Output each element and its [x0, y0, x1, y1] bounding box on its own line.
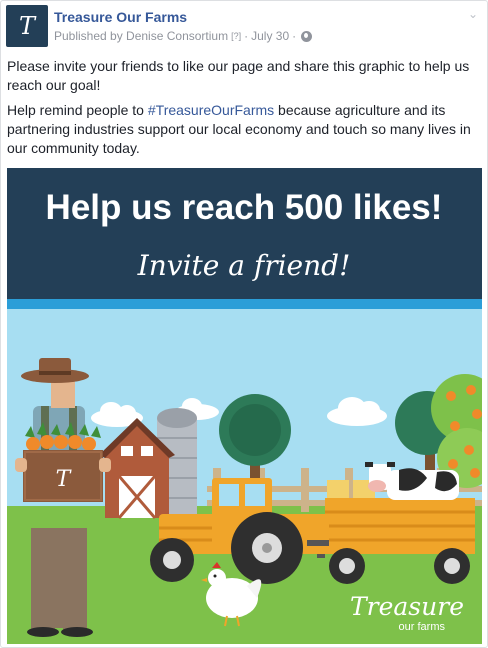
post-date-link[interactable]: July 30	[251, 29, 289, 43]
headline-text: Help us reach 500 likes!	[46, 188, 443, 227]
banner-stripe	[7, 299, 482, 309]
page-name-link[interactable]: Treasure Our Farms	[54, 9, 187, 25]
farm-illustration: Help us reach 500 likes! Invite a friend…	[7, 168, 482, 644]
logo-main-text: Treasure	[350, 592, 464, 621]
meta-separator-2: ·	[292, 29, 297, 43]
published-by-link[interactable]: Published by Denise Consortium	[54, 29, 228, 43]
help-mark[interactable]: [?]	[231, 31, 241, 41]
post-text-paragraph-1: Please invite your friends to like our p…	[7, 58, 470, 93]
avatar-logo-letter: T	[18, 12, 35, 40]
facebook-post: T Treasure Our Farms Published by Denise…	[0, 0, 488, 648]
globe-icon	[301, 30, 313, 42]
post-text-paragraph-2: Help remind people to #TreasureOurFarms …	[7, 101, 481, 158]
post-graphic[interactable]: Help us reach 500 likes! Invite a friend…	[7, 168, 482, 644]
meta-separator: ·	[244, 29, 249, 43]
post-text-2-before: Help remind people to	[7, 102, 148, 118]
post-header: T Treasure Our Farms Published by Denise…	[6, 5, 482, 49]
crate-logo-letter: T	[56, 467, 73, 492]
hashtag-link[interactable]: #TreasureOurFarms	[148, 102, 274, 118]
avatar[interactable]: T	[6, 5, 48, 47]
chevron-down-icon[interactable]: ⌄	[466, 7, 480, 21]
logo-sub-text: our farms	[399, 621, 446, 633]
post-meta: Published by Denise Consortium [?] · Jul…	[54, 29, 313, 43]
subline-text: Invite a friend!	[137, 249, 351, 282]
